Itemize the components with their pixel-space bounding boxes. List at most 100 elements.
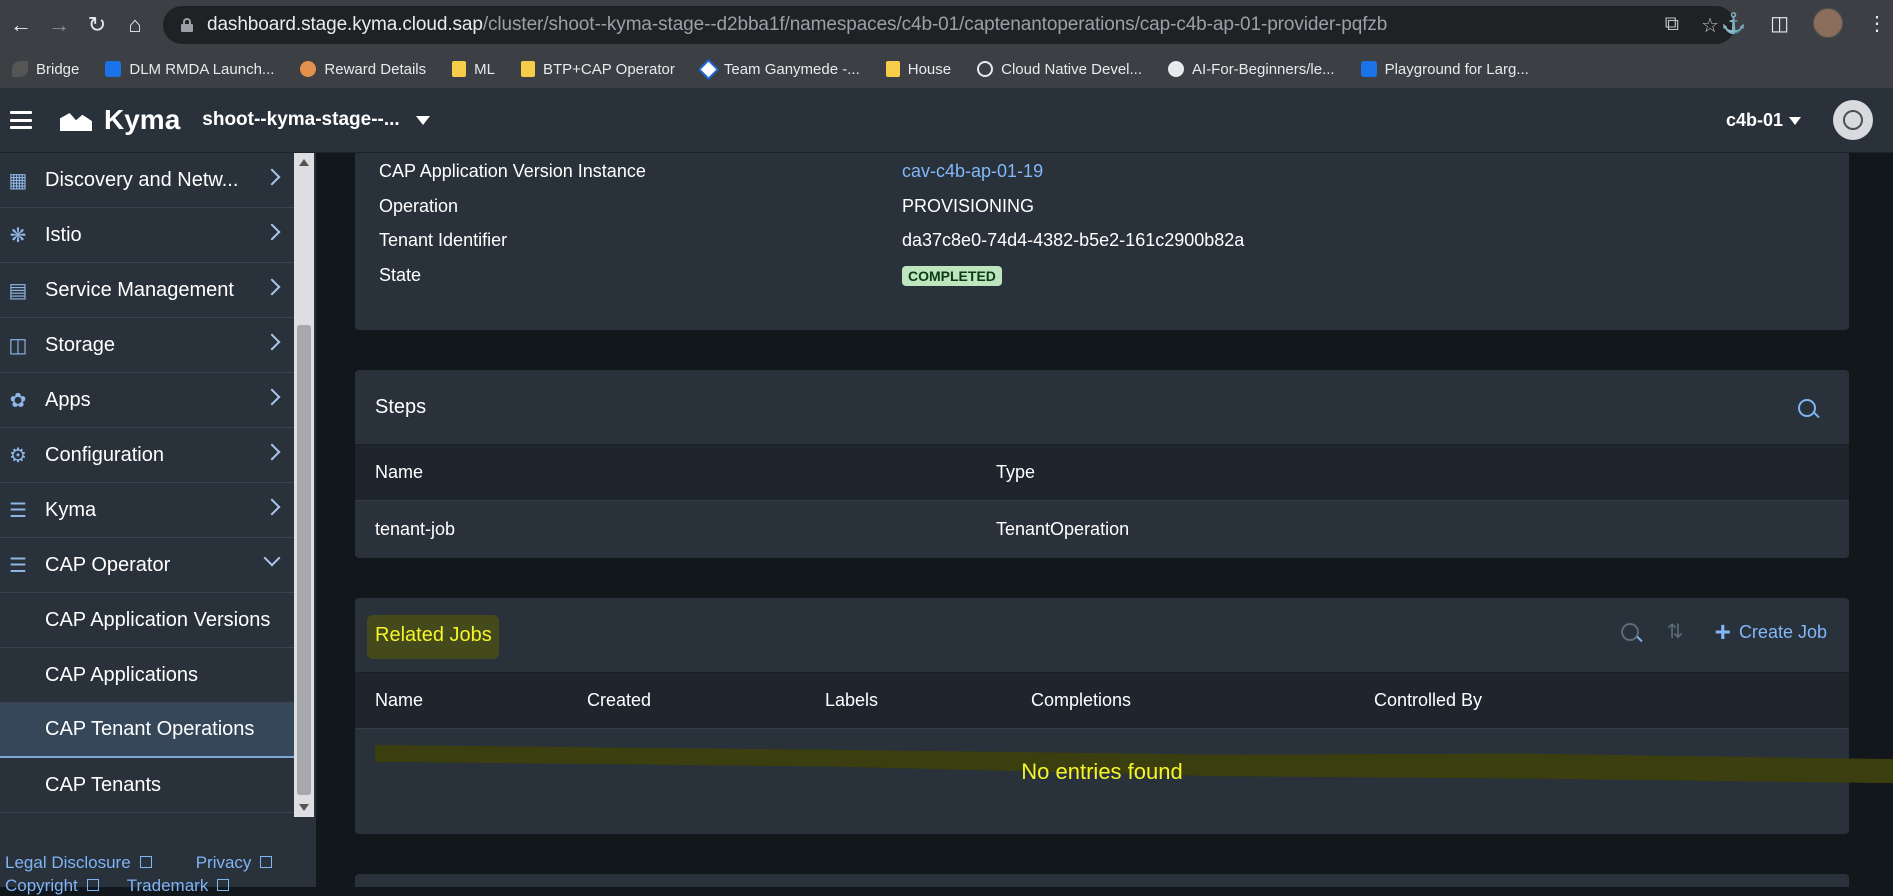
sidebar-item-cap-application-versions[interactable]: CAP Application Versions xyxy=(0,593,294,648)
sidebar-scrollbar[interactable] xyxy=(294,153,314,817)
bookmark-btp[interactable]: BTP+CAP Operator xyxy=(520,60,675,78)
star-icon[interactable]: ☆ xyxy=(1701,13,1719,38)
sidebar: ▦ Discovery and Netw... ❋ Istio ▤ Servic… xyxy=(0,153,316,895)
reload-icon[interactable]: ↻ xyxy=(80,8,114,42)
browser-menu-icon[interactable]: ⋮ xyxy=(1867,11,1887,36)
bookmark-house[interactable]: House xyxy=(885,60,952,78)
bookmark-cloud-native[interactable]: Cloud Native Devel... xyxy=(977,61,1142,78)
sidebar-item-discovery[interactable]: ▦ Discovery and Netw... xyxy=(0,153,294,208)
sidebar-nav: ▦ Discovery and Netw... ❋ Istio ▤ Servic… xyxy=(0,153,294,817)
bookmark-ganymede[interactable]: Team Ganymede -... xyxy=(697,58,860,80)
sidebar-item-apps[interactable]: ✿ Apps xyxy=(0,373,294,428)
bookmark-dlm[interactable]: DLM RMDA Launch... xyxy=(105,61,274,78)
search-icon[interactable] xyxy=(1620,623,1639,641)
empty-state-text: No entries found xyxy=(1021,759,1183,784)
sidebar-item-configuration[interactable]: ⚙ Configuration xyxy=(0,428,294,483)
side-panel-icon[interactable]: ◫ xyxy=(1770,11,1789,36)
sidebar-item-storage[interactable]: ◫ Storage xyxy=(0,318,294,373)
product-name[interactable]: Kyma xyxy=(104,104,180,136)
share-icon[interactable]: ⧉ xyxy=(1665,13,1679,38)
kyma-logo[interactable] xyxy=(60,107,94,133)
home-icon[interactable]: ⌂ xyxy=(118,8,152,42)
sidebar-item-label: CAP Tenants xyxy=(45,773,162,796)
sort-icon[interactable]: ⇅ xyxy=(1667,621,1687,643)
cluster-selector[interactable]: shoot--kyma-stage--... xyxy=(202,109,399,131)
profile-avatar[interactable] xyxy=(1813,8,1843,38)
cap-application-version-link[interactable]: cav-c4b-ap-01-19 xyxy=(902,161,1043,182)
sidebar-item-label: Configuration xyxy=(45,443,164,466)
scroll-thumb[interactable] xyxy=(297,325,311,795)
details-card: CAP Application Version Instance cav-c4b… xyxy=(355,153,1849,330)
footer-links: Legal Disclosure Privacy xyxy=(5,853,316,873)
url-text[interactable]: dashboard.stage.kyma.cloud.sap/cluster/s… xyxy=(207,14,1387,36)
namespace-selector[interactable]: c4b-01 xyxy=(1726,110,1801,131)
chevron-right-icon xyxy=(263,333,281,351)
bookmarks-bar: Bridge DLM RMDA Launch... Reward Details… xyxy=(0,50,1893,89)
bookmark-label: ML xyxy=(474,60,495,78)
bookmark-label: Reward Details xyxy=(324,60,427,78)
bookmark-ai-beginners[interactable]: AI-For-Beginners/le... xyxy=(1168,61,1335,78)
create-job-button[interactable]: + Create Job xyxy=(1715,618,1827,646)
trademark-link[interactable]: Trademark xyxy=(127,876,230,895)
column-header[interactable]: Controlled By xyxy=(1374,690,1482,711)
legal-disclosure-link[interactable]: Legal Disclosure xyxy=(5,853,152,872)
sidebar-item-label: Apps xyxy=(45,388,91,411)
column-header[interactable]: Completions xyxy=(1031,690,1131,711)
external-link-icon xyxy=(217,879,230,891)
bookmark-reward[interactable]: Reward Details xyxy=(300,61,426,78)
column-header[interactable]: Labels xyxy=(825,690,878,711)
browser-toolbar: ← → ↻ ⌂ dashboard.stage.kyma.cloud.sap/c… xyxy=(0,0,1893,50)
bookmark-ml[interactable]: ML xyxy=(452,61,495,78)
bookmark-playground[interactable]: Playground for Larg... xyxy=(1360,61,1529,78)
user-menu-button[interactable] xyxy=(1833,100,1873,140)
sidebar-item-label: Service Management xyxy=(45,278,234,301)
column-header[interactable]: Type xyxy=(996,462,1035,483)
shell-bar: Kyma shoot--kyma-stage--... c4b-01 xyxy=(0,88,1893,153)
extensions-icon[interactable]: ⚓ xyxy=(1721,11,1746,36)
scroll-up-icon[interactable] xyxy=(299,159,309,166)
column-header[interactable]: Created xyxy=(587,690,651,711)
table-row[interactable]: tenant-job TenantOperation xyxy=(355,501,1849,556)
service-icon: ▤ xyxy=(8,279,28,302)
chevron-down-icon[interactable] xyxy=(415,115,430,125)
bookmark-label: BTP+CAP Operator xyxy=(542,60,675,78)
sidebar-item-cap-tenant-operations[interactable]: CAP Tenant Operations xyxy=(0,703,294,758)
card-header: Related Jobs ⇅ + Create Job xyxy=(355,598,1849,673)
chevron-down-icon xyxy=(1789,116,1801,125)
detail-key: CAP Application Version Instance xyxy=(379,161,646,181)
sidebar-item-cap-tenants[interactable]: CAP Tenants xyxy=(0,758,294,813)
column-header[interactable]: Name xyxy=(375,462,423,483)
copyright-link[interactable]: Copyright xyxy=(5,876,99,895)
external-link-icon xyxy=(260,856,273,868)
bookmark-label: Cloud Native Devel... xyxy=(1001,60,1143,78)
sidebar-item-istio[interactable]: ❋ Istio xyxy=(0,208,294,263)
privacy-link[interactable]: Privacy xyxy=(196,853,273,872)
sidebar-item-label: CAP Application Versions xyxy=(45,608,271,631)
chevron-right-icon xyxy=(263,278,281,296)
search-icon[interactable] xyxy=(1798,399,1816,417)
sidebar-item-cap-operator[interactable]: ☰ CAP Operator xyxy=(0,538,294,593)
apps-icon: ✿ xyxy=(9,389,27,412)
chevron-right-icon xyxy=(263,223,281,241)
sidebar-item-cap-applications[interactable]: CAP Applications xyxy=(0,648,294,703)
state-value: COMPLETED xyxy=(902,265,1002,286)
bookmark-label: AI-For-Beginners/le... xyxy=(1192,60,1335,78)
gear-icon: ⚙ xyxy=(9,444,27,467)
column-header[interactable]: Name xyxy=(375,690,423,711)
jira-icon xyxy=(697,58,719,80)
detail-key: Tenant Identifier xyxy=(379,230,508,250)
sidebar-item-kyma[interactable]: ☰ Kyma xyxy=(0,483,294,538)
address-bar[interactable]: dashboard.stage.kyma.cloud.sap/cluster/s… xyxy=(163,6,1735,44)
sidebar-item-service-management[interactable]: ▤ Service Management xyxy=(0,263,294,318)
bookmark-label: House xyxy=(907,60,952,78)
scroll-down-icon[interactable] xyxy=(299,804,309,811)
back-icon[interactable]: ← xyxy=(4,8,38,42)
lock-icon[interactable] xyxy=(181,18,193,32)
hamburger-menu-icon[interactable] xyxy=(10,111,32,129)
copyright-label: Copyright xyxy=(5,876,78,895)
chevron-right-icon xyxy=(263,168,281,186)
bookmark-bridge[interactable]: Bridge xyxy=(12,61,79,78)
chevron-right-icon xyxy=(263,443,281,461)
folder-icon xyxy=(885,61,900,77)
forward-icon[interactable]: → xyxy=(42,8,76,42)
